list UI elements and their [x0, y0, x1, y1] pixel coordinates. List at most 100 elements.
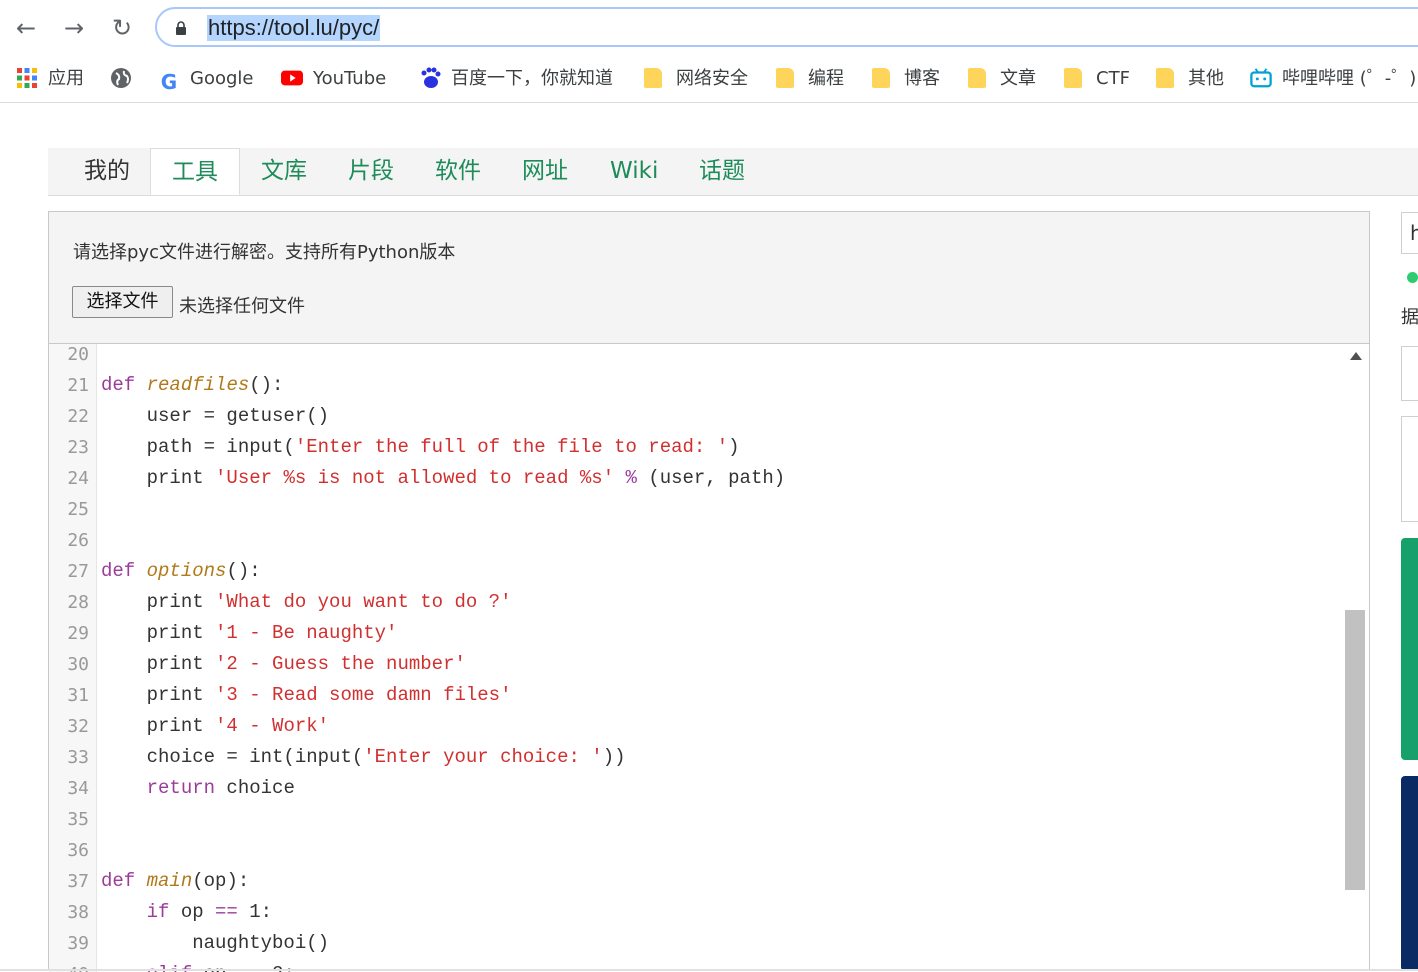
line-number: 21: [67, 375, 89, 396]
line-number: 24: [67, 468, 89, 489]
code-line: path = input('Enter the full of the file…: [101, 436, 740, 458]
tab-snippets[interactable]: 片段: [348, 148, 394, 195]
bilibili-tv-icon: [1250, 68, 1272, 88]
google-icon: G: [160, 70, 178, 94]
tab-mine[interactable]: 我的: [84, 148, 130, 195]
code-line: return choice: [146, 777, 295, 799]
bookmark-folder-security[interactable]: 网络安全: [644, 66, 748, 92]
scrollbar-thumb[interactable]: [1345, 610, 1365, 890]
wechat-icon: [1407, 272, 1418, 283]
code-line: print 'User %s is not allowed to read %s…: [101, 467, 786, 489]
browser-toolbar: ← → ↻ https://tool.lu/pyc/: [0, 0, 1418, 56]
tab-topics[interactable]: 话题: [699, 148, 745, 195]
code-line: naughtyboi(): [101, 932, 330, 954]
line-number: 37: [67, 871, 89, 892]
code-line: def main(op):: [101, 870, 250, 892]
tab-urls[interactable]: 网址: [522, 148, 568, 195]
code-line: print '2 - Guess the number': [101, 653, 466, 675]
folder-icon: [968, 68, 986, 88]
bookmark-label: 网络安全: [676, 68, 748, 89]
code-line: def options():: [101, 560, 261, 582]
bookmark-baidu[interactable]: 百度一下，你就知道: [419, 66, 613, 92]
code-line: print '1 - Be naughty': [101, 622, 398, 644]
line-number: 32: [67, 716, 89, 737]
bookmark-label: 应用: [48, 68, 84, 89]
tab-library[interactable]: 文库: [261, 148, 307, 195]
address-bar[interactable]: https://tool.lu/pyc/: [155, 7, 1418, 47]
bookmark-label: 百度一下，你就知道: [451, 68, 613, 89]
sidebar-search-input[interactable]: h: [1401, 212, 1418, 254]
code-line: choice = int(input('Enter your choice: '…: [101, 746, 626, 768]
line-number: 26: [67, 530, 89, 551]
line-number: 29: [67, 623, 89, 644]
line-number: 38: [67, 902, 89, 923]
bookmark-folder-blog[interactable]: 博客: [872, 66, 940, 92]
tab-wiki[interactable]: Wiki: [610, 148, 658, 195]
lock-icon: [176, 21, 186, 35]
line-number: 36: [67, 840, 89, 861]
line-number: 23: [67, 437, 89, 458]
bookmark-label: CTF: [1096, 68, 1130, 89]
sidebar-card: [1401, 416, 1418, 522]
sidebar-banner[interactable]: [1401, 538, 1418, 760]
sidebar-banner[interactable]: [1401, 776, 1418, 971]
bookmark-google[interactable]: G Google: [158, 66, 254, 94]
folder-icon: [1064, 68, 1082, 88]
tool-description: 请选择pyc文件进行解密。支持所有Python版本: [73, 242, 456, 263]
code-line: print '3 - Read some damn files': [101, 684, 512, 706]
line-number: 35: [67, 809, 89, 830]
bookmark-label: 其他: [1188, 68, 1224, 89]
bookmark-folder-articles[interactable]: 文章: [968, 66, 1036, 92]
scroll-up-arrow-icon[interactable]: [1350, 352, 1362, 360]
reload-icon[interactable]: ↻: [106, 12, 138, 44]
code-editor[interactable]: 20 21 22 23 24 25 26 27 28 29 30 31 32 3…: [49, 344, 1369, 972]
code-line: print '4 - Work': [101, 715, 330, 737]
line-number: 20: [67, 344, 89, 365]
tab-software[interactable]: 软件: [435, 148, 481, 195]
tab-tools[interactable]: 工具: [150, 148, 240, 195]
bookmarks-bar: 应用 G Google YouTube 百度一下，你就知道 网络安全 编程 博客 …: [0, 56, 1418, 103]
apps-grid-icon: [17, 68, 37, 88]
file-status-text: 未选择任何文件: [179, 296, 305, 317]
bookmark-bilibili[interactable]: 哔哩哔哩 (゜-゜): [1250, 66, 1416, 92]
line-number: 27: [67, 561, 89, 582]
line-number: 25: [67, 499, 89, 520]
line-number: 22: [67, 406, 89, 427]
bookmark-folder-programming[interactable]: 编程: [776, 66, 844, 92]
pyc-decompiler-panel: 请选择pyc文件进行解密。支持所有Python版本 选择文件 未选择任何文件 2…: [48, 211, 1370, 972]
youtube-icon: [281, 70, 303, 86]
code-line: print 'What do you want to do ?': [101, 591, 512, 613]
panel-header: 请选择pyc文件进行解密。支持所有Python版本 选择文件 未选择任何文件: [49, 212, 1369, 344]
line-number: 31: [67, 685, 89, 706]
code-line: user = getuser(): [101, 405, 330, 427]
baidu-paw-icon: [421, 67, 441, 88]
bookmark-label: 文章: [1000, 68, 1036, 89]
url-text[interactable]: https://tool.lu/pyc/: [207, 15, 381, 41]
bookmark-folder-other[interactable]: 其他: [1156, 66, 1224, 92]
line-number: 33: [67, 747, 89, 768]
bookmark-label: 编程: [808, 68, 844, 89]
folder-icon: [872, 68, 890, 88]
folder-icon: [644, 68, 662, 88]
editor-scrollbar[interactable]: [1343, 344, 1369, 972]
code-line: if op == 1:: [146, 901, 273, 923]
code-line: def readfiles():: [101, 374, 284, 396]
folder-icon: [1156, 68, 1174, 88]
bookmark-youtube[interactable]: YouTube: [281, 66, 386, 92]
line-number: 39: [67, 933, 89, 954]
bookmark-globe[interactable]: [110, 66, 142, 92]
back-arrow-icon[interactable]: ←: [10, 12, 42, 44]
bookmark-folder-ctf[interactable]: CTF: [1064, 66, 1130, 92]
sidebar-text: 据: [1401, 307, 1418, 328]
bookmark-label: 哔哩哔哩 (゜-゜): [1282, 68, 1417, 89]
line-number: 30: [67, 654, 89, 675]
forward-arrow-icon[interactable]: →: [58, 12, 90, 44]
line-number-gutter: 20 21 22 23 24 25 26 27 28 29 30 31 32 3…: [49, 344, 97, 972]
bookmark-label: Google: [190, 68, 254, 89]
bookmark-label: 博客: [904, 68, 940, 89]
choose-file-button[interactable]: 选择文件: [72, 286, 173, 318]
bookmark-apps[interactable]: 应用: [16, 66, 84, 92]
line-number: 28: [67, 592, 89, 613]
bookmark-label: YouTube: [313, 68, 387, 89]
globe-icon: [111, 68, 131, 88]
